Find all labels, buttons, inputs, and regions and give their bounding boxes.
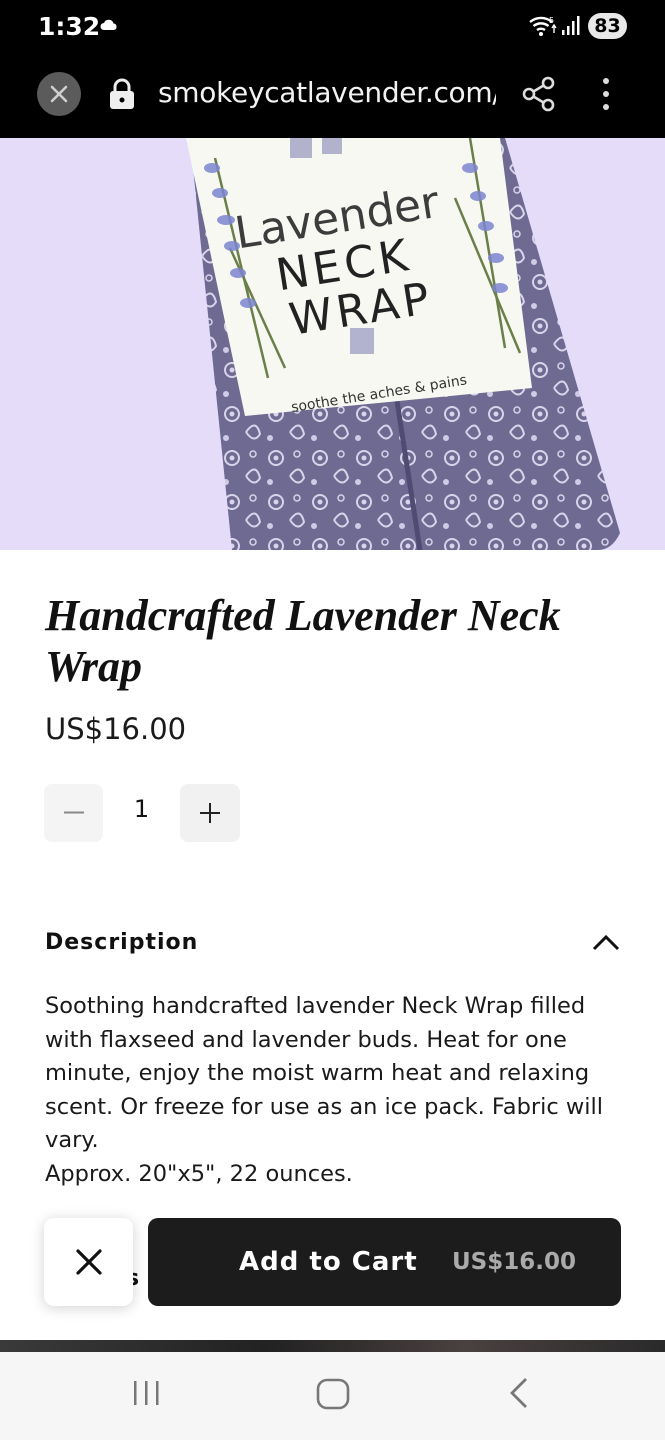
content-strip [0,1340,665,1352]
battery-icon: 83 [588,13,627,39]
description-dimensions: Approx. 20"x5", 22 ounces. [45,1160,353,1187]
share-icon[interactable] [522,76,556,117]
recent-apps-icon[interactable] [132,1378,162,1413]
neck-wrap-illustration: Lavender NECK WRAP soothe the aches & pa… [186,138,620,550]
add-to-cart-price: US$16.00 [452,1249,576,1275]
add-to-cart-button[interactable]: Add to Cart US$16.00 [148,1218,621,1306]
cloud-icon [100,18,118,36]
quantity-increase-button[interactable] [180,784,240,842]
chevron-up-icon[interactable] [592,934,620,957]
minus-icon [63,811,84,814]
product-image[interactable]: Lavender NECK WRAP soothe the aches & pa… [0,138,665,550]
close-icon [75,1249,102,1275]
more-vert-icon[interactable] [596,76,616,117]
lock-icon[interactable] [109,78,135,115]
back-icon[interactable] [506,1376,532,1415]
description-paragraph: Soothing handcrafted lavender Neck Wrap … [45,993,604,1153]
dismiss-cart-bar-button[interactable] [44,1218,133,1306]
url-bar[interactable]: smokeycatlavender.com/p [158,76,496,116]
product-title: Handcrafted Lavender Neck Wrap [45,591,561,691]
home-icon[interactable] [316,1378,350,1415]
svg-text:5: 5 [549,16,554,25]
wifi-icon: 5 [528,14,558,43]
status-time: 1:32 [38,12,101,41]
quantity-decrease-button[interactable] [44,784,103,842]
quantity-value[interactable]: 1 [103,795,180,823]
add-to-cart-label: Add to Cart [239,1247,418,1277]
product-price: US$16.00 [45,712,187,746]
browser-toolbar: smokeycatlavender.com/p [0,52,665,138]
description-text: Soothing handcrafted lavender Neck Wrap … [45,990,635,1191]
plus-icon [200,803,220,823]
system-nav-bar [0,1352,665,1440]
close-icon[interactable] [37,72,81,116]
status-bar: 1:32 5 83 [0,0,665,52]
description-header[interactable]: Description [45,930,198,955]
signal-icon [562,16,580,41]
